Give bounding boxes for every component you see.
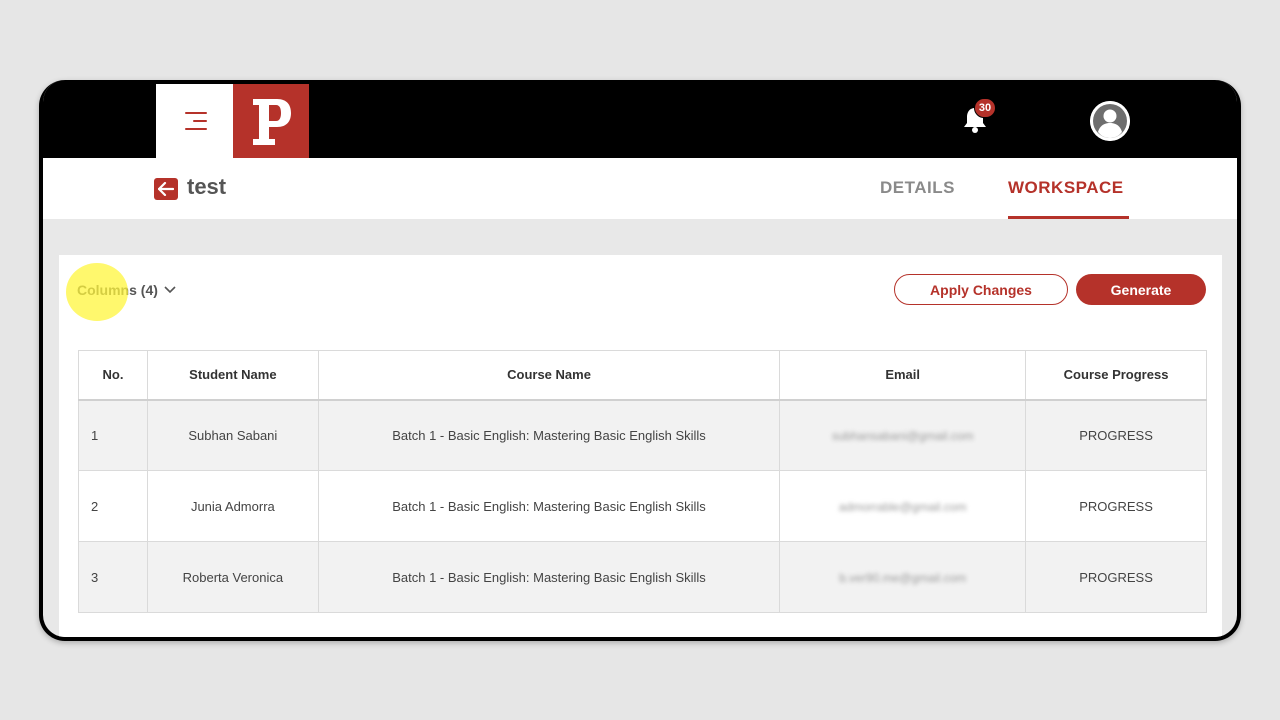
cell-course-name: Batch 1 - Basic English: Mastering Basic… (317, 541, 781, 613)
cell-student-name: Subhan Sabani (146, 399, 319, 471)
top-navbar: 30 (43, 80, 1237, 158)
students-table: No. Student Name Course Name Email Cours… (78, 350, 1207, 613)
app-screen: 30 test DETAILS WORKSPACE Columns (4) Ap… (43, 80, 1237, 637)
cell-email: b.ver90.me@gmail.com (779, 541, 1027, 613)
table-header-row: No. Student Name Course Name Email Cours… (78, 350, 1207, 401)
cell-progress: PROGRESS (1025, 470, 1207, 542)
cell-email: subhansabani@gmail.com (779, 399, 1027, 471)
arrow-left-icon (158, 182, 174, 196)
cell-course-name: Batch 1 - Basic English: Mastering Basic… (317, 470, 781, 542)
email-text: b.ver90.me@gmail.com (839, 570, 967, 585)
logo-p-icon (253, 99, 291, 145)
apply-changes-button[interactable]: Apply Changes (894, 274, 1068, 305)
notification-badge: 30 (974, 98, 996, 118)
menu-button[interactable] (156, 84, 233, 158)
header-course-name[interactable]: Course Name (317, 350, 781, 401)
device-frame: 30 test DETAILS WORKSPACE Columns (4) Ap… (39, 80, 1241, 641)
table-row[interactable]: 2 Junia Admorra Batch 1 - Basic English:… (78, 470, 1207, 542)
columns-dropdown[interactable]: Columns (4) (77, 282, 176, 298)
table-row[interactable]: 1 Subhan Sabani Batch 1 - Basic English:… (78, 399, 1207, 471)
cell-no: 1 (78, 399, 148, 471)
cell-student-name: Junia Admorra (146, 470, 319, 542)
cell-no: 2 (78, 470, 148, 542)
workspace-card: Columns (4) Apply Changes Generate No. S… (59, 255, 1222, 637)
page-header: test DETAILS WORKSPACE (43, 158, 1237, 219)
cell-progress: PROGRESS (1025, 399, 1207, 471)
chevron-down-icon (164, 286, 176, 294)
generate-button[interactable]: Generate (1076, 274, 1206, 305)
header-no[interactable]: No. (78, 350, 148, 401)
cell-progress: PROGRESS (1025, 541, 1207, 613)
header-email[interactable]: Email (779, 350, 1027, 401)
cell-student-name: Roberta Veronica (146, 541, 319, 613)
cell-no: 3 (78, 541, 148, 613)
user-avatar[interactable] (1090, 101, 1130, 141)
tab-details[interactable]: DETAILS (880, 178, 955, 198)
active-tab-indicator (1008, 216, 1129, 219)
columns-label: Columns (4) (77, 282, 158, 298)
cell-email: admorrable@gmail.com (779, 470, 1027, 542)
user-avatar-icon (1090, 101, 1130, 141)
brand-logo[interactable] (233, 84, 309, 158)
page-title: test (187, 174, 227, 199)
back-button[interactable] (154, 178, 178, 200)
header-student-name[interactable]: Student Name (146, 350, 319, 401)
cell-course-name: Batch 1 - Basic English: Mastering Basic… (317, 399, 781, 471)
tab-workspace[interactable]: WORKSPACE (1008, 178, 1124, 198)
email-text: admorrable@gmail.com (838, 499, 967, 514)
table-row[interactable]: 3 Roberta Veronica Batch 1 - Basic Engli… (78, 541, 1207, 613)
hamburger-icon (183, 112, 207, 130)
email-text: subhansabani@gmail.com (831, 428, 974, 443)
header-course-progress[interactable]: Course Progress (1025, 350, 1207, 401)
